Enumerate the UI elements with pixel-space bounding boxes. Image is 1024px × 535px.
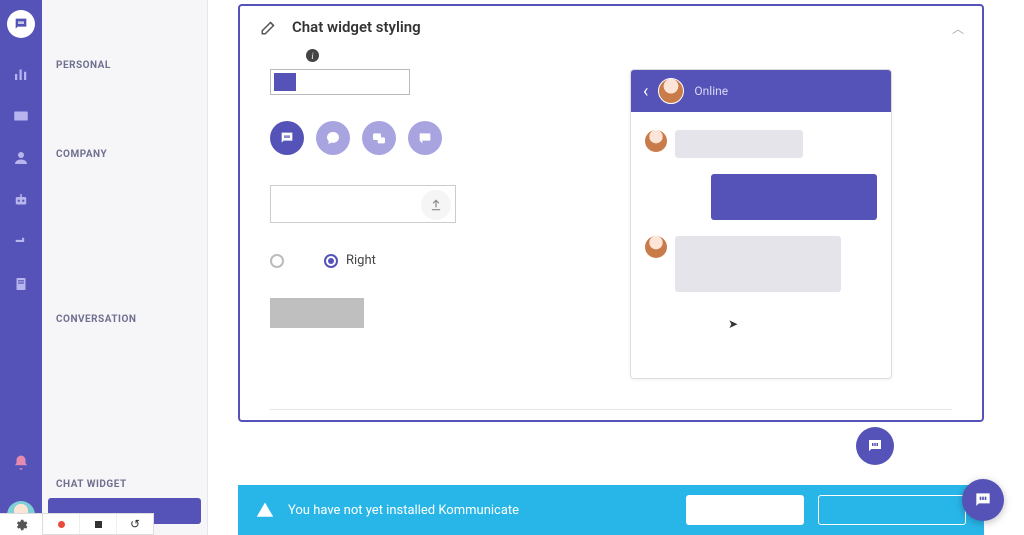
outgoing-bubble bbox=[711, 174, 877, 220]
msg-avatar bbox=[645, 130, 667, 152]
alert-text: You have not yet installed Kommunicate bbox=[288, 503, 672, 518]
gear-icon[interactable] bbox=[0, 513, 42, 535]
card-title: Chat widget styling bbox=[292, 18, 421, 36]
chat-preview: ‹ Online bbox=[630, 69, 892, 379]
msg-avatar bbox=[645, 236, 667, 258]
upload-field[interactable] bbox=[270, 185, 456, 223]
icon-option-3[interactable] bbox=[362, 121, 396, 155]
install-alert: You have not yet installed Kommunicate bbox=[238, 485, 984, 535]
nav-users[interactable] bbox=[7, 144, 35, 172]
nav-docs[interactable] bbox=[7, 270, 35, 298]
preview-launcher bbox=[856, 427, 894, 465]
undo-button[interactable]: ↺ bbox=[117, 514, 153, 534]
record-button[interactable] bbox=[43, 514, 80, 534]
icon-option-1[interactable] bbox=[270, 121, 304, 155]
radio-right[interactable]: Right bbox=[324, 253, 376, 268]
launcher-icon-options bbox=[270, 121, 590, 155]
nav-bot[interactable] bbox=[7, 186, 35, 214]
save-button[interactable] bbox=[270, 298, 364, 328]
stop-button[interactable] bbox=[80, 514, 117, 534]
page-chat-launcher[interactable] bbox=[962, 479, 1004, 521]
styling-card: Chat widget styling ︿ i bbox=[238, 4, 984, 422]
pencil-icon bbox=[260, 18, 278, 36]
sidebar-heading-company: COMPANY bbox=[42, 137, 207, 168]
radio-right-label: Right bbox=[346, 253, 376, 268]
notifications-icon[interactable] bbox=[7, 449, 35, 477]
recorder-bar: ↺ bbox=[42, 513, 154, 535]
cursor-icon: ➤ bbox=[728, 317, 738, 331]
icon-option-4[interactable] bbox=[408, 121, 442, 155]
radio-left[interactable] bbox=[270, 254, 284, 268]
sidebar-heading-personal: PERSONAL bbox=[42, 48, 207, 79]
incoming-bubble bbox=[675, 130, 803, 158]
settings-sidebar: PERSONAL COMPANY CONVERSATION CHAT WIDGE… bbox=[42, 0, 208, 535]
agent-status: Online bbox=[694, 84, 728, 98]
incoming-bubble bbox=[675, 236, 841, 292]
primary-color-input[interactable] bbox=[270, 69, 410, 95]
color-swatch bbox=[274, 73, 296, 91]
upload-icon[interactable] bbox=[421, 190, 451, 220]
agent-avatar bbox=[658, 78, 684, 104]
collapse-icon[interactable]: ︿ bbox=[952, 20, 964, 37]
nav-analytics[interactable] bbox=[7, 60, 35, 88]
chevron-left-icon[interactable]: ‹ bbox=[643, 81, 648, 102]
alert-primary-button[interactable] bbox=[686, 495, 804, 525]
sidebar-heading-conversation: CONVERSATION bbox=[42, 302, 207, 333]
sidebar-heading-chatwidget: CHAT WIDGET bbox=[42, 467, 207, 498]
app-logo[interactable] bbox=[7, 10, 35, 38]
alert-secondary-button[interactable] bbox=[818, 495, 966, 525]
icon-option-2[interactable] bbox=[316, 121, 350, 155]
nav-rail bbox=[0, 0, 42, 535]
nav-conversations[interactable] bbox=[7, 102, 35, 130]
nav-integrations[interactable] bbox=[7, 228, 35, 256]
main-content: Chat widget styling ︿ i bbox=[208, 0, 1024, 535]
warning-icon bbox=[256, 501, 274, 519]
info-icon[interactable]: i bbox=[306, 49, 319, 62]
